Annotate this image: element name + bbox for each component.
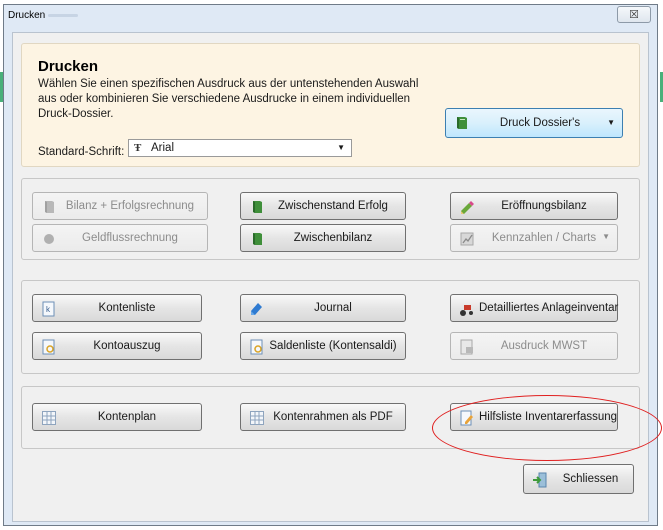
kennzahlen-charts-label: Kennzahlen / Charts [491, 232, 597, 244]
document-edit-icon [460, 410, 473, 426]
kennzahlen-charts-button[interactable]: Kennzahlen / Charts ▼ [450, 224, 618, 252]
kontenliste-label: Kontenliste [98, 302, 156, 314]
report-group-accounts: k Kontenliste Journal Detailliertes Anla… [21, 280, 640, 374]
journal-label: Journal [314, 302, 352, 314]
exit-door-icon [533, 472, 547, 488]
zwischenbilanz-label: Zwischenbilanz [293, 232, 373, 244]
zwischenstand-erfolg-label: Zwischenstand Erfolg [278, 200, 388, 212]
kontoauszug-button[interactable]: Kontoauszug [32, 332, 202, 360]
geldflussrechnung-button[interactable]: Geldflussrechnung [32, 224, 208, 252]
book-icon [253, 233, 262, 245]
anlageinventar-button[interactable]: Detailliertes Anlageinventar [450, 294, 618, 322]
page-title: Drucken [38, 58, 99, 75]
coin-icon [44, 234, 54, 244]
window-title: Drucken [8, 10, 46, 21]
close-window-button[interactable]: ☒ [617, 6, 651, 23]
document-search-icon [250, 339, 263, 355]
kontoauszug-label: Kontoauszug [93, 340, 161, 352]
chevron-down-icon: ▼ [337, 143, 345, 152]
kontenliste-button[interactable]: k Kontenliste [32, 294, 202, 322]
report-group-plans: Kontenplan Kontenrahmen als PDF Hilfslis… [21, 386, 640, 449]
zwischenbilanz-button[interactable]: Zwischenbilanz [240, 224, 406, 252]
account-list-icon: k [42, 301, 55, 317]
hilfsliste-inventarerfassung-button[interactable]: Hilfsliste Inventarerfassung [450, 403, 618, 431]
schliessen-label: Schliessen [562, 473, 619, 485]
zwischenstand-erfolg-button[interactable]: Zwischenstand Erfolg [240, 192, 406, 220]
chart-icon [460, 232, 474, 246]
document-stamp-icon [460, 339, 473, 355]
chevron-down-icon: ▼ [607, 118, 615, 127]
report-group-financial: Bilanz + Erfolgsrechnung Zwischenstand E… [21, 178, 640, 260]
anlageinventar-label: Detailliertes Anlageinventar [479, 302, 619, 314]
saldenliste-button[interactable]: Saldenliste (Kontensaldi) [240, 332, 406, 360]
bilanz-erfolgsrechnung-button[interactable]: Bilanz + Erfolgsrechnung [32, 192, 208, 220]
table-grid-icon [42, 411, 56, 425]
title-blur [48, 14, 78, 17]
saldenliste-label: Saldenliste (Kontensaldi) [269, 340, 397, 352]
standard-font-select[interactable]: Ŧ Arial ▼ [128, 139, 352, 157]
header-panel: Drucken Wählen Sie einen spezifischen Au… [21, 43, 640, 167]
book-icon [45, 201, 54, 213]
font-type-icon: Ŧ [134, 142, 142, 154]
kontenplan-label: Kontenplan [97, 411, 157, 423]
journal-icon [251, 303, 262, 315]
journal-button[interactable]: Journal [240, 294, 406, 322]
druck-dossier-label: Druck Dossier's [499, 117, 581, 129]
ausdruck-mwst-button[interactable]: Ausdruck MWST [450, 332, 618, 360]
kontenplan-button[interactable]: Kontenplan [32, 403, 202, 431]
kontenrahmen-pdf-label: Kontenrahmen als PDF [273, 411, 393, 423]
book-icon [457, 117, 467, 129]
print-dialog: Drucken ☒ Drucken Wählen Sie einen spezi… [3, 4, 658, 526]
kontenrahmen-pdf-button[interactable]: Kontenrahmen als PDF [240, 403, 406, 431]
pencil-icon [461, 201, 474, 214]
title-bar: Drucken ☒ [4, 5, 657, 31]
page-description: Wählen Sie einen spezifischen Ausdruck a… [38, 78, 419, 120]
geldflussrechnung-label: Geldflussrechnung [82, 232, 178, 244]
document-search-icon [42, 339, 55, 355]
table-grid-icon [250, 411, 264, 425]
ausdruck-mwst-label: Ausdruck MWST [500, 340, 588, 352]
bilanz-erfolgsrechnung-label: Bilanz + Erfolgsrechnung [65, 200, 195, 212]
druck-dossier-button[interactable]: Druck Dossier's ▼ [445, 108, 623, 138]
schliessen-button[interactable]: Schliessen [523, 464, 634, 494]
standard-font-value: Arial [151, 142, 175, 154]
eroeffnungsbilanz-button[interactable]: Eröffnungsbilanz [450, 192, 618, 220]
chevron-down-icon: ▼ [602, 232, 610, 241]
dialog-content: Drucken Wählen Sie einen spezifischen Au… [12, 32, 649, 522]
hilfsliste-inventarerfassung-label: Hilfsliste Inventarerfassung [479, 411, 618, 423]
standard-font-label: Standard-Schrift: [38, 146, 125, 158]
eroeffnungsbilanz-label: Eröffnungsbilanz [501, 200, 587, 212]
book-icon [253, 201, 262, 213]
tractor-icon [460, 305, 473, 316]
